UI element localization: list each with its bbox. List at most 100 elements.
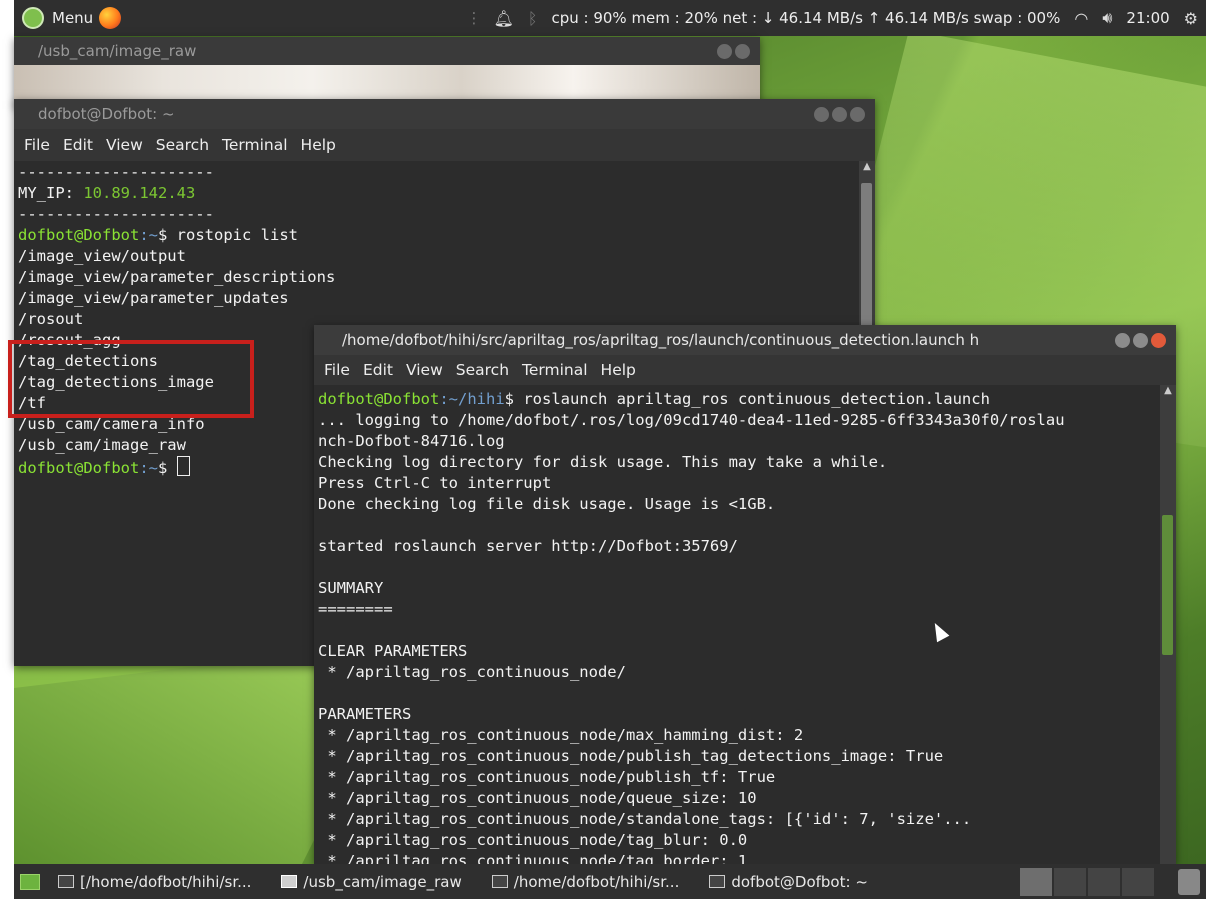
separator-line: --------------------- — [18, 163, 214, 181]
close-icon[interactable] — [1151, 332, 1166, 348]
output-line: * /apriltag_ros_continuous_node/publish_… — [318, 747, 944, 765]
output-line: PARAMETERS — [318, 705, 412, 723]
image-raw-window[interactable]: /usb_cam/image_raw — [14, 37, 760, 107]
output-line: ​ — [318, 683, 1160, 704]
menu-file[interactable]: File — [24, 136, 50, 154]
ip-line: MY_IP: 10.89.142.43 — [18, 184, 196, 202]
output-line: CLEAR PARAMETERS — [318, 642, 468, 660]
taskbar-item-continuous-launch[interactable]: [/home/dofbot/hihi/sr... — [58, 873, 251, 891]
workspace-4[interactable] — [1122, 867, 1154, 896]
terminal1-title: dofbot@Dofbot: ~ — [38, 105, 175, 123]
taskbar-item-label: [/home/dofbot/hihi/sr... — [80, 872, 252, 891]
bluetooth-icon[interactable]: ᛒ — [528, 9, 538, 28]
terminal1-menubar: File Edit View Search Terminal Help — [14, 129, 875, 161]
scrollbar-thumb[interactable] — [1162, 515, 1173, 655]
terminal-icon — [491, 875, 508, 888]
output-line: Press Ctrl-C to interrupt — [318, 474, 552, 492]
output-line: Done checking log file disk usage. Usage… — [318, 495, 776, 513]
trash-icon[interactable] — [1178, 868, 1200, 895]
terminal2-output[interactable]: dofbot@Dofbot:~/hihi$ roslaunch apriltag… — [314, 385, 1160, 865]
output-line: ​ — [318, 515, 1160, 536]
close-icon[interactable] — [735, 43, 750, 59]
close-icon[interactable] — [850, 106, 865, 122]
minimize-icon[interactable] — [1115, 332, 1130, 348]
output-line: * /apriltag_ros_continuous_node/standalo… — [318, 810, 972, 828]
menu-view[interactable]: View — [406, 361, 443, 379]
mint-logo-icon — [22, 7, 44, 29]
menu-search[interactable]: Search — [456, 361, 509, 379]
menu-button[interactable]: Menu — [22, 7, 93, 29]
terminal2-title: /home/dofbot/hihi/src/apriltag_ros/april… — [342, 331, 980, 349]
output-line: * /apriltag_ros_continuous_node/tag_blur… — [318, 831, 748, 849]
volume-icon[interactable]: 🔊︎ — [1102, 8, 1112, 28]
menu-terminal[interactable]: Terminal — [522, 361, 588, 379]
panel-separator-icon: ⋮ — [466, 9, 482, 27]
prompt-line: dofbot@Dofbot:~$ rostopic list — [18, 226, 298, 244]
terminal2-menubar: File Edit View Search Terminal Help — [314, 355, 1176, 385]
firefox-icon[interactable] — [99, 7, 122, 29]
minimize-icon[interactable] — [814, 106, 829, 122]
menu-view[interactable]: View — [106, 136, 143, 154]
terminal-window-roslaunch[interactable]: /home/dofbot/hihi/src/apriltag_ros/april… — [314, 325, 1176, 865]
highlight-box — [8, 340, 254, 418]
taskbar-item-label: /usb_cam/image_raw — [303, 872, 462, 891]
prompt-line: dofbot@Dofbot:~/hihi$ roslaunch apriltag… — [318, 390, 990, 408]
show-desktop-icon[interactable] — [20, 873, 40, 890]
output-line: nch-Dofbot-84716.log — [318, 432, 505, 450]
system-monitor: cpu : 90% mem : 20% net : ↓ 46.14 MB/s ↑… — [551, 9, 1061, 27]
output-line: * /apriltag_ros_continuous_node/ — [318, 663, 626, 681]
menu-file[interactable]: File — [324, 361, 350, 379]
menu-edit[interactable]: Edit — [63, 136, 93, 154]
image-raw-titlebar[interactable]: /usb_cam/image_raw — [14, 37, 760, 65]
output-line: ​ — [318, 557, 1160, 578]
output-line: ... logging to /home/dofbot/.ros/log/09c… — [318, 411, 1065, 429]
terminal-icon — [709, 875, 726, 888]
output-line: ======== — [318, 600, 393, 618]
image-raw-title: /usb_cam/image_raw — [38, 42, 197, 60]
separator-line: --------------------- — [18, 205, 214, 223]
workspace-2[interactable] — [1054, 867, 1086, 896]
clock[interactable]: 21:00 — [1126, 9, 1169, 27]
scroll-up-arrow-icon[interactable]: ▲ — [1160, 385, 1176, 396]
text-cursor — [176, 456, 190, 476]
minimize-icon[interactable] — [717, 43, 732, 59]
terminal1-titlebar[interactable]: dofbot@Dofbot: ~ — [14, 99, 875, 129]
bottom-panel: [/home/dofbot/hihi/sr... /usb_cam/image_… — [14, 864, 1206, 899]
maximize-icon[interactable] — [1133, 332, 1148, 348]
taskbar-item-dofbot-terminal[interactable]: dofbot@Dofbot: ~ — [709, 873, 868, 891]
menu-help[interactable]: Help — [601, 361, 636, 379]
workspace-1[interactable] — [1020, 867, 1052, 896]
gear-icon[interactable]: ⚙ — [1184, 9, 1198, 28]
menu-help[interactable]: Help — [301, 136, 336, 154]
menu-edit[interactable]: Edit — [363, 361, 393, 379]
menu-label: Menu — [52, 9, 94, 27]
maximize-icon[interactable] — [832, 106, 847, 122]
output-line: * /apriltag_ros_continuous_node/max_hamm… — [318, 726, 804, 744]
terminal2-scrollbar[interactable]: ▲ — [1160, 385, 1176, 865]
menu-search[interactable]: Search — [156, 136, 209, 154]
output-line: Checking log directory for disk usage. T… — [318, 453, 888, 471]
taskbar-item-label: /home/dofbot/hihi/sr... — [513, 872, 680, 891]
output-line: * /apriltag_ros_continuous_node/publish_… — [318, 768, 776, 786]
topic-line: /image_view/parameter_descriptions — [18, 268, 336, 286]
image-window-icon — [281, 875, 298, 888]
topic-line: /image_view/parameter_updates — [18, 289, 289, 307]
output-line: * /apriltag_ros_continuous_node/queue_si… — [318, 789, 757, 807]
terminal2-titlebar[interactable]: /home/dofbot/hihi/src/apriltag_ros/april… — [314, 325, 1176, 355]
top-panel: Menu ⋮ 🔔︎ ᛒ cpu : 90% mem : 20% net : ↓ … — [14, 0, 1206, 36]
output-line: * /apriltag_ros_continuous_node/tag_bord… — [318, 852, 748, 865]
scroll-up-arrow-icon[interactable]: ▲ — [859, 161, 875, 172]
workspace-3[interactable] — [1088, 867, 1120, 896]
notification-bell-icon[interactable]: 🔔︎ — [494, 9, 514, 28]
wifi-icon[interactable]: ◠ — [1074, 9, 1088, 28]
workspace-switcher[interactable] — [1020, 867, 1154, 896]
menu-terminal[interactable]: Terminal — [222, 136, 288, 154]
taskbar-item-label: dofbot@Dofbot: ~ — [731, 872, 868, 891]
topic-line: /image_view/output — [18, 247, 186, 265]
output-line: started roslaunch server http://Dofbot:3… — [318, 537, 738, 555]
taskbar-item-home-hihi[interactable]: /home/dofbot/hihi/sr... — [491, 872, 680, 891]
terminal-icon — [58, 875, 74, 888]
taskbar-item-image-raw[interactable]: /usb_cam/image_raw — [281, 872, 462, 891]
output-line: ​ — [318, 620, 1160, 641]
output-line: SUMMARY — [318, 579, 384, 597]
